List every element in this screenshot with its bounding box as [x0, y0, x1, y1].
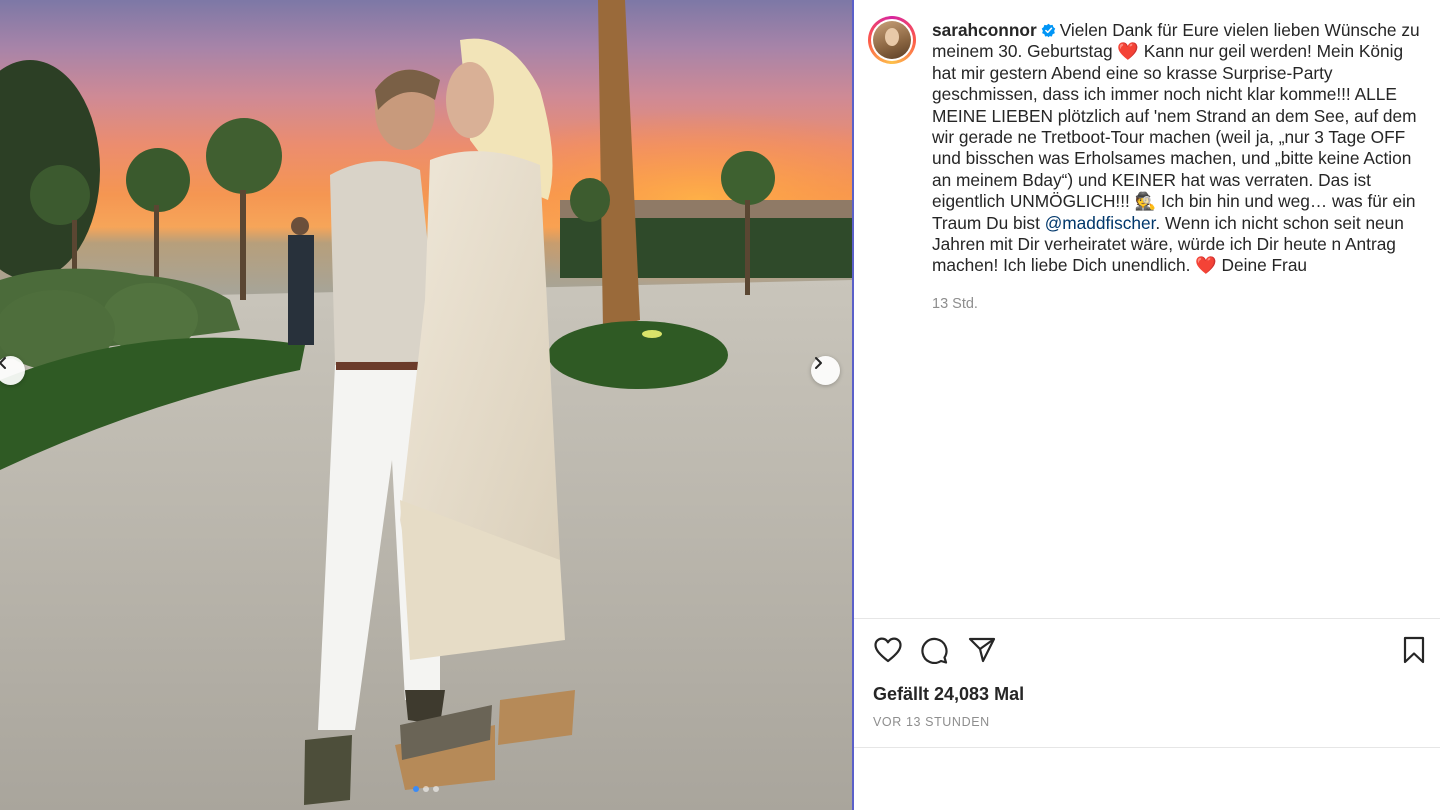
verified-badge-icon — [1041, 23, 1055, 38]
caption-text: Deine Frau — [1216, 255, 1308, 276]
heart-emoji: ❤️ — [1117, 41, 1139, 62]
mention-link[interactable]: @maddfischer — [1045, 213, 1156, 233]
chevron-left-icon — [0, 357, 6, 369]
post-photo[interactable] — [0, 0, 852, 810]
chevron-right-icon — [815, 357, 822, 369]
bookmark-icon — [1403, 636, 1425, 664]
send-icon — [968, 637, 996, 663]
carousel-dot — [413, 786, 419, 792]
caption-timestamp[interactable]: 13 Std. — [932, 296, 978, 312]
save-button[interactable] — [1398, 634, 1430, 666]
carousel-dots — [413, 786, 439, 792]
carousel-next-button[interactable] — [811, 356, 840, 385]
share-button[interactable] — [966, 634, 998, 666]
comment-icon — [921, 637, 948, 664]
avatar-image — [873, 21, 911, 59]
post-details-panel: sarahconnor Vielen Dank für Eure vielen l… — [854, 0, 1440, 810]
detective-emoji: 🕵 — [1134, 191, 1157, 212]
carousel-dot — [433, 786, 439, 792]
post-caption: sarahconnor Vielen Dank für Eure vielen l… — [932, 20, 1422, 277]
avatar[interactable] — [868, 16, 916, 64]
comment-divider — [854, 747, 1440, 748]
action-bar — [872, 634, 1428, 666]
heart-emoji: ❤️ — [1195, 255, 1217, 276]
caption-text: Kann nur geil werden! Mein König hat mir… — [932, 41, 1417, 212]
post-timestamp[interactable]: VOR 13 STUNDEN — [873, 715, 990, 729]
actions-divider — [854, 618, 1440, 619]
carousel-dot — [423, 786, 429, 792]
heart-icon — [874, 637, 902, 663]
likes-count[interactable]: Gefällt 24,083 Mal — [873, 684, 1024, 705]
username-link[interactable]: sarahconnor — [932, 20, 1037, 40]
photo-scene — [0, 0, 852, 810]
like-button[interactable] — [872, 634, 904, 666]
comment-button[interactable] — [918, 634, 950, 666]
